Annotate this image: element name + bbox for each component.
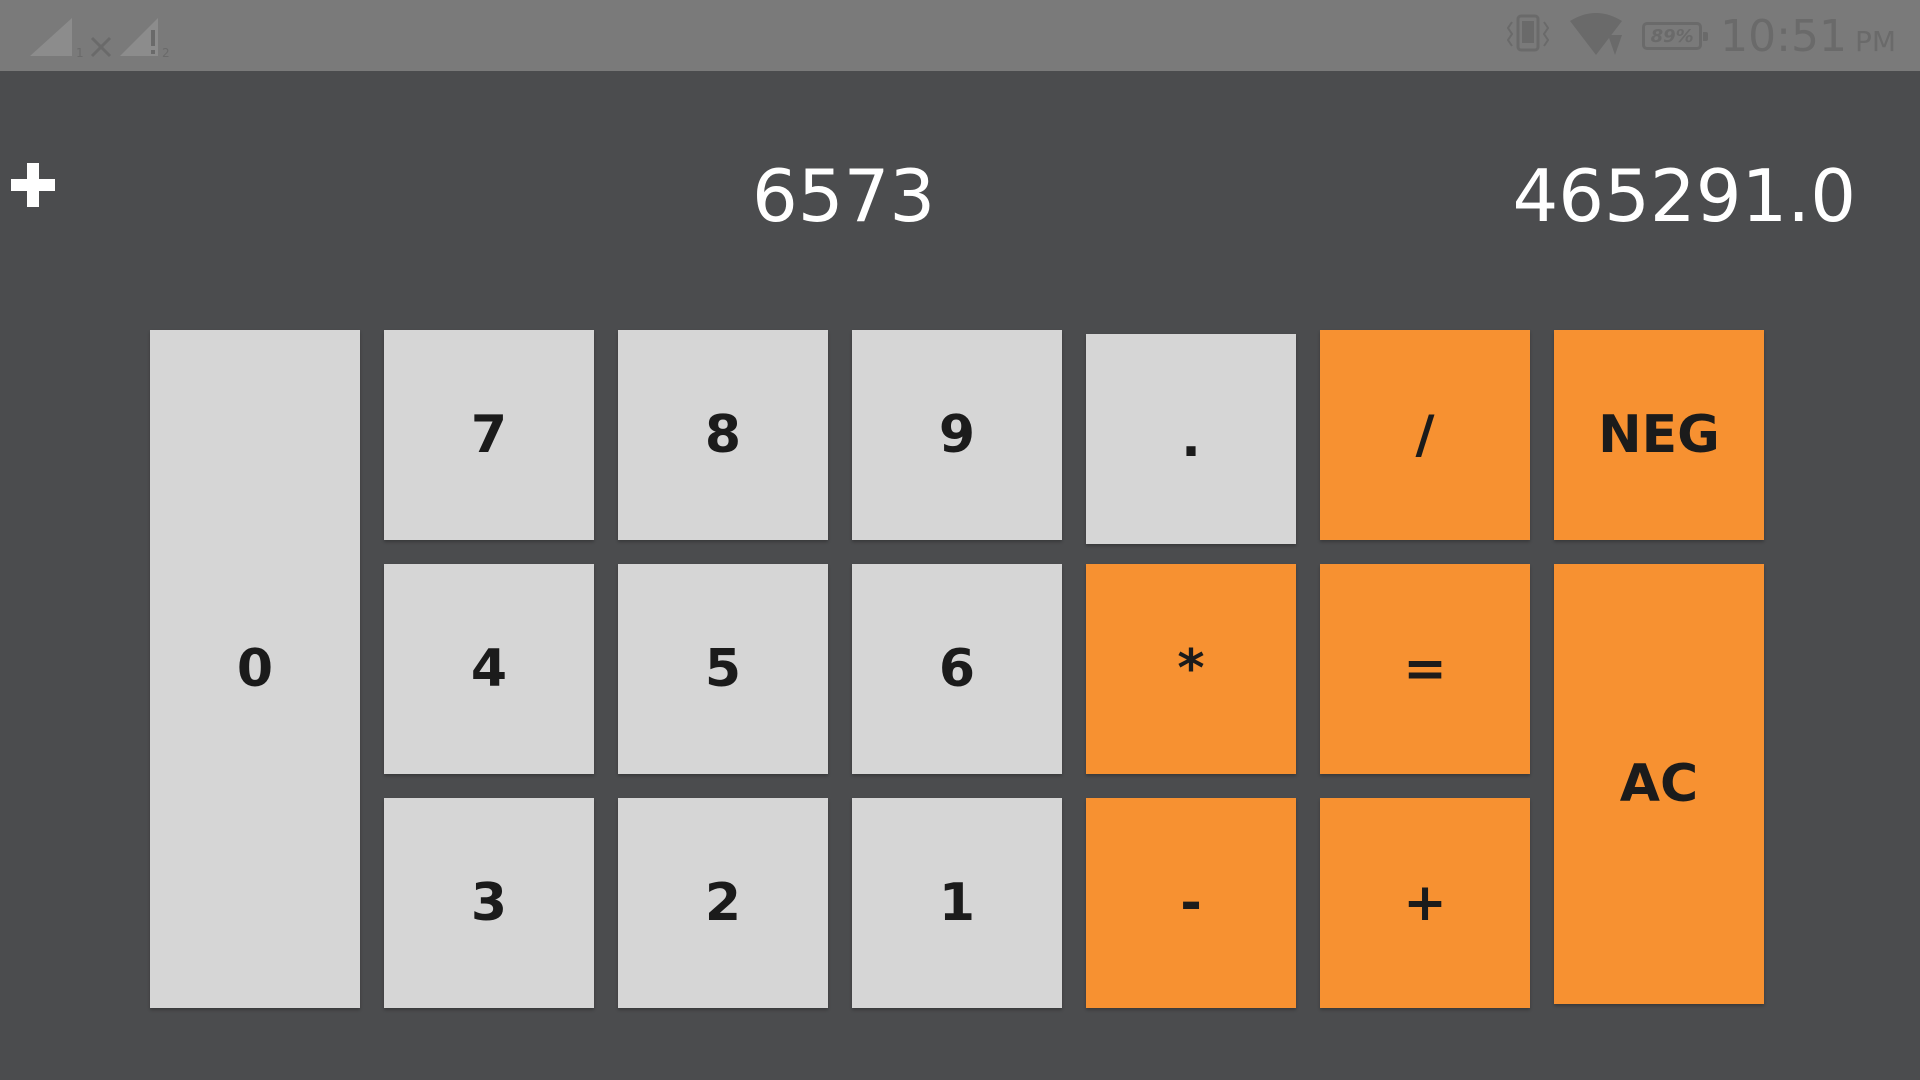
key-neg[interactable]: NEG	[1554, 330, 1764, 540]
signal-sim2-alert-icon: 2	[120, 18, 170, 60]
key-0[interactable]: 0	[150, 330, 360, 1008]
key-3[interactable]: 3	[384, 798, 594, 1008]
clock-ampm: PM	[1854, 24, 1896, 58]
wifi-icon	[1568, 11, 1624, 62]
status-right-icons: 89% 10:51 PM	[1506, 8, 1896, 64]
vibrate-icon	[1506, 12, 1550, 61]
key-plus[interactable]: +	[1320, 798, 1530, 1008]
key-7[interactable]: 7	[384, 330, 594, 540]
key-multiply[interactable]: *	[1086, 564, 1296, 774]
key-equals[interactable]: =	[1320, 564, 1530, 774]
key-minus[interactable]: -	[1086, 798, 1296, 1008]
key-6[interactable]: 6	[852, 564, 1062, 774]
key-4[interactable]: 4	[384, 564, 594, 774]
key-5[interactable]: 5	[618, 564, 828, 774]
battery-level: 89%	[1650, 25, 1694, 47]
key-1[interactable]: 1	[852, 798, 1062, 1008]
signal-sim1-icon: 1	[30, 18, 84, 60]
key-decimal[interactable]: .	[1086, 334, 1296, 544]
result-value: 465291.0	[1512, 154, 1856, 238]
key-2[interactable]: 2	[618, 798, 828, 1008]
key-all-clear[interactable]: AC	[1554, 564, 1764, 1004]
status-clock: 10:51 PM	[1720, 11, 1896, 62]
key-9[interactable]: 9	[852, 330, 1062, 540]
no-signal-x-icon	[90, 36, 112, 58]
plus-icon	[8, 160, 58, 210]
status-left-icons: 1 2	[28, 12, 178, 60]
clock-time: 10:51	[1720, 10, 1847, 62]
key-8[interactable]: 8	[618, 330, 828, 540]
key-divide[interactable]: /	[1320, 330, 1530, 540]
sim1-label: 1	[76, 46, 84, 60]
status-bar: 1 2 89% 10:51 PM	[0, 0, 1920, 71]
sim2-label: 2	[162, 46, 170, 60]
battery-icon: 89%	[1642, 22, 1709, 50]
current-input: 6573	[752, 154, 936, 238]
